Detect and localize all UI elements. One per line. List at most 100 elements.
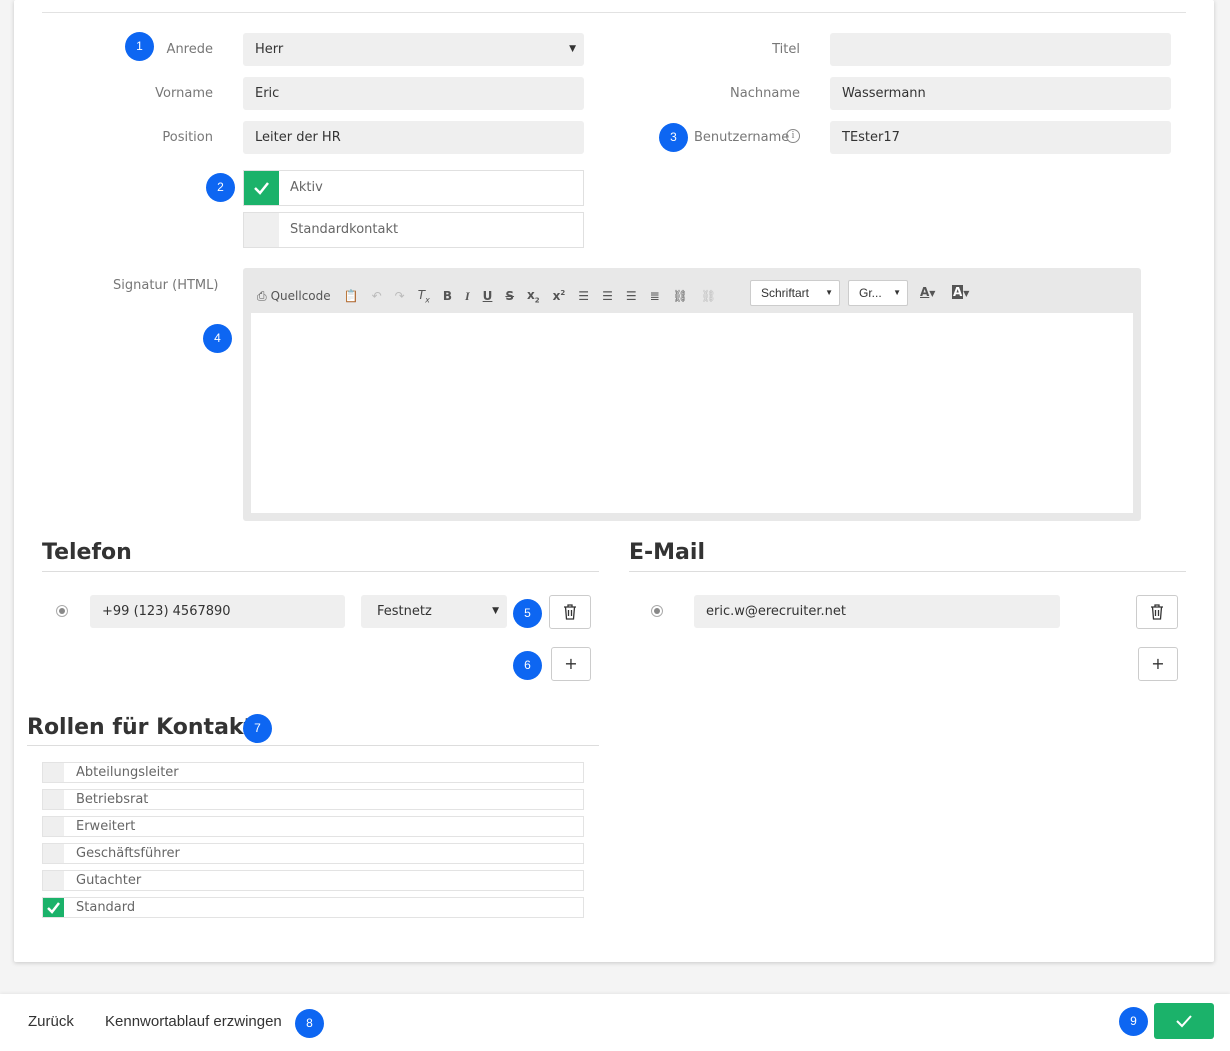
bold-icon[interactable]: B — [443, 289, 452, 303]
plus-icon: + — [1151, 654, 1165, 673]
align-left-icon[interactable]: ☰ — [578, 289, 589, 303]
role-checkbox[interactable] — [43, 763, 64, 782]
annotation-badge-4: 4 — [203, 324, 232, 353]
font-family-label: Schriftart — [761, 286, 810, 300]
back-link[interactable]: Zurück — [28, 1013, 74, 1030]
delete-email-button[interactable] — [1136, 595, 1178, 629]
dropdown-arrow-icon: ▼ — [492, 606, 499, 616]
email-divider — [629, 571, 1186, 572]
position-label: Position — [162, 130, 213, 145]
default-contact-label: Standardkontakt — [290, 222, 399, 237]
phone-type-value: Festnetz — [377, 604, 432, 619]
role-checkbox[interactable] — [43, 898, 64, 917]
italic-icon[interactable]: I — [465, 289, 470, 304]
signature-editor: ⎙ Quellcode 📋 ↶ ↷ Tx B I U S x2 x2 ☰ ☰ ☰… — [243, 268, 1141, 521]
checkmark-icon — [1176, 1015, 1192, 1028]
font-size-label: Gr... — [859, 286, 882, 300]
role-item-betriebsrat[interactable]: Betriebsrat — [42, 789, 584, 810]
redo-icon[interactable]: ↷ — [395, 289, 405, 303]
add-phone-button[interactable]: + — [551, 647, 591, 681]
align-right-icon[interactable]: ☰ — [626, 289, 637, 303]
role-label: Erweitert — [76, 819, 136, 834]
font-size-dropdown[interactable]: Gr... ▼ — [848, 280, 908, 306]
role-checkbox[interactable] — [43, 871, 64, 890]
phone-primary-radio[interactable] — [56, 605, 68, 617]
paste-text-icon[interactable]: 📋 — [344, 289, 359, 303]
save-button[interactable] — [1154, 1003, 1214, 1039]
username-label: Benutzername — [694, 130, 790, 145]
phone-number-input[interactable]: +99 (123) 4567890 — [90, 595, 345, 628]
annotation-badge-7: 7 — [243, 714, 272, 743]
role-label: Gutachter — [76, 873, 142, 888]
subscript-icon[interactable]: x2 — [527, 288, 540, 304]
active-label: Aktiv — [290, 180, 323, 195]
title-label: Titel — [772, 42, 800, 57]
plus-icon: + — [564, 654, 578, 673]
first-name-input[interactable]: Eric — [243, 77, 584, 110]
role-checkbox[interactable] — [43, 790, 64, 809]
role-item-standard[interactable]: Standard — [42, 897, 584, 918]
chevron-down-icon: ▼ — [893, 288, 901, 297]
role-label: Geschäftsführer — [76, 846, 180, 861]
role-item-geschaeftsfuehrer[interactable]: Geschäftsführer — [42, 843, 584, 864]
phone-heading: Telefon — [42, 540, 132, 565]
username-input[interactable]: TEster17 — [830, 121, 1171, 154]
phone-type-select[interactable]: Festnetz ▼ — [361, 595, 507, 628]
link-icon[interactable]: ⛓ — [673, 289, 688, 303]
default-contact-checkbox-row[interactable]: Standardkontakt — [243, 212, 584, 248]
annotation-badge-5: 5 — [513, 599, 542, 628]
role-item-erweitert[interactable]: Erweitert — [42, 816, 584, 837]
last-name-label: Nachname — [730, 86, 800, 101]
force-password-expiry-link[interactable]: Kennwortablauf erzwingen — [105, 1013, 282, 1030]
delete-phone-button[interactable] — [549, 595, 591, 629]
superscript-icon[interactable]: x2 — [553, 289, 566, 303]
position-input[interactable]: Leiter der HR — [243, 121, 584, 154]
title-input[interactable] — [830, 33, 1171, 66]
last-name-input[interactable]: Wassermann — [830, 77, 1171, 110]
trash-icon — [1151, 604, 1163, 620]
annotation-badge-6: 6 — [513, 651, 542, 680]
role-label: Abteilungsleiter — [76, 765, 179, 780]
annotation-badge-8: 8 — [295, 1009, 324, 1038]
active-checkbox[interactable] — [244, 171, 279, 205]
top-divider — [42, 12, 1186, 13]
editor-toolbar: ⎙ Quellcode 📋 ↶ ↷ Tx B I U S x2 x2 ☰ ☰ ☰… — [257, 286, 722, 306]
role-label: Standard — [76, 900, 136, 915]
font-family-dropdown[interactable]: Schriftart ▼ — [750, 280, 840, 306]
role-item-gutachter[interactable]: Gutachter — [42, 870, 584, 891]
email-address-input[interactable]: eric.w@erecruiter.net — [694, 595, 1060, 628]
default-contact-checkbox[interactable] — [244, 213, 279, 247]
chevron-down-icon: ▼ — [825, 288, 833, 297]
add-email-button[interactable]: + — [1138, 647, 1178, 681]
info-icon[interactable]: i — [786, 129, 800, 143]
email-primary-radio[interactable] — [651, 605, 663, 617]
salutation-label: Anrede — [166, 42, 213, 57]
signature-label: Signatur (HTML) — [113, 278, 219, 293]
role-item-abteilungsleiter[interactable]: Abteilungsleiter — [42, 762, 584, 783]
first-name-label: Vorname — [155, 86, 213, 101]
active-checkbox-row[interactable]: Aktiv — [243, 170, 584, 206]
signature-editor-content[interactable] — [251, 313, 1133, 513]
checkmark-icon — [254, 182, 269, 195]
strikethrough-icon[interactable]: S — [505, 289, 514, 303]
annotation-badge-3: 3 — [659, 123, 688, 152]
source-icon[interactable]: ⎙ — [257, 289, 267, 304]
background-color-icon[interactable]: A▼ — [952, 285, 969, 299]
remove-format-icon[interactable]: Tx — [418, 288, 430, 304]
annotation-badge-9: 9 — [1119, 1007, 1148, 1036]
roles-divider — [27, 745, 599, 746]
underline-icon[interactable]: U — [483, 289, 493, 303]
email-heading: E-Mail — [629, 540, 705, 565]
role-checkbox[interactable] — [43, 844, 64, 863]
align-center-icon[interactable]: ☰ — [602, 289, 613, 303]
source-button[interactable]: Quellcode — [271, 289, 331, 303]
unlink-icon[interactable]: ⛓ — [701, 289, 716, 303]
justify-icon[interactable]: ≣ — [650, 289, 660, 303]
checkmark-icon — [47, 902, 60, 914]
salutation-select[interactable]: Herr ▼ — [243, 33, 584, 66]
undo-icon[interactable]: ↶ — [372, 289, 382, 303]
text-color-icon[interactable]: A▼ — [920, 285, 935, 299]
roles-heading: Rollen für Kontakte — [27, 715, 269, 740]
role-checkbox[interactable] — [43, 817, 64, 836]
trash-icon — [564, 604, 576, 620]
